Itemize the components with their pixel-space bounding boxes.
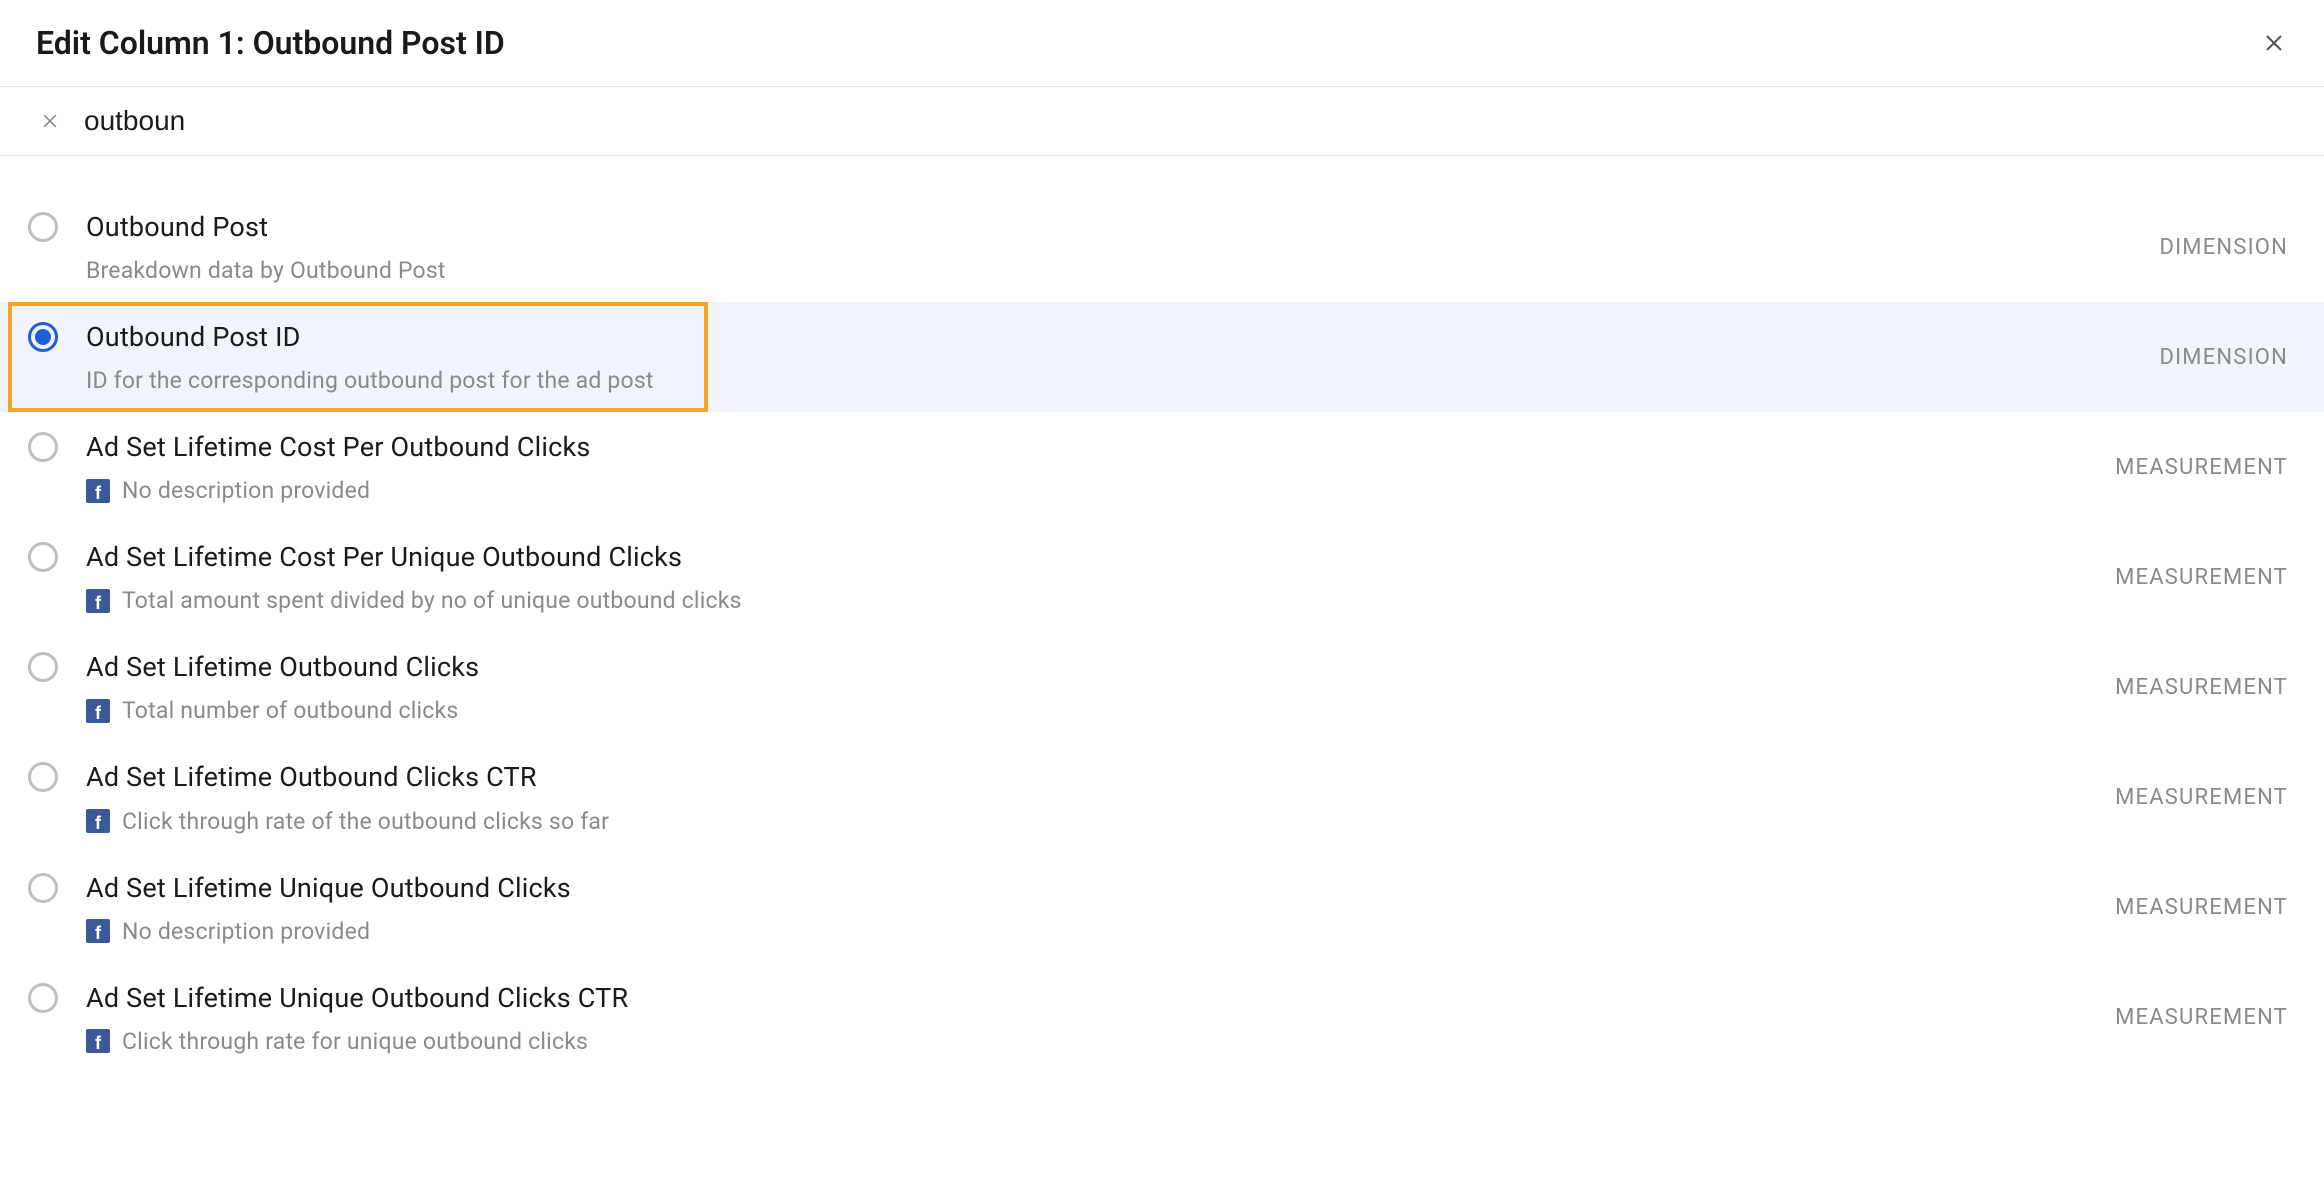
option-row[interactable]: Ad Set Lifetime Outbound Clicks CTR f Clic… — [0, 742, 2324, 852]
option-description: Click through rate of the outbound click… — [122, 808, 609, 835]
facebook-icon: f — [86, 1029, 110, 1053]
radio-button[interactable] — [28, 542, 58, 572]
option-left: Ad Set Lifetime Cost Per Outbound Clicks… — [28, 430, 591, 504]
option-row[interactable]: Ad Set Lifetime Outbound Clicks f Total nu… — [0, 632, 2324, 742]
option-description: Total amount spent divided by no of uniq… — [122, 587, 742, 614]
type-badge: DIMENSION — [2159, 345, 2288, 370]
option-desc-row: ID for the corresponding outbound post f… — [86, 367, 654, 394]
dialog-title: Edit Column 1: Outbound Post ID — [36, 24, 505, 62]
x-icon — [40, 111, 60, 131]
facebook-icon: f — [86, 919, 110, 943]
option-text: Ad Set Lifetime Cost Per Outbound Clicks… — [86, 430, 591, 504]
option-left: Ad Set Lifetime Outbound Clicks CTR f Clic… — [28, 760, 609, 834]
clear-search-button[interactable] — [36, 107, 64, 135]
option-text: Ad Set Lifetime Unique Outbound Clicks fN… — [86, 871, 571, 945]
search-row — [0, 87, 2324, 156]
type-badge: MEASUREMENT — [2115, 675, 2288, 700]
search-input[interactable] — [84, 105, 2288, 137]
option-label: Ad Set Lifetime Outbound Clicks CTR — [86, 760, 609, 795]
option-desc-row: f Total amount spent divided by no of uni… — [86, 587, 742, 614]
option-left: Ad Set Lifetime Unique Outbound Clicks fN… — [28, 871, 571, 945]
option-description: No description provided — [122, 477, 370, 504]
option-text: Ad Set Lifetime Outbound Clicks CTR f Clic… — [86, 760, 609, 834]
radio-button[interactable] — [28, 652, 58, 682]
type-badge: MEASUREMENT — [2115, 455, 2288, 480]
type-badge: MEASUREMENT — [2115, 1005, 2288, 1030]
option-label: Ad Set Lifetime Cost Per Outbound Clicks — [86, 430, 591, 465]
option-label: Ad Set Lifetime Outbound Clicks — [86, 650, 479, 685]
type-badge: MEASUREMENT — [2115, 895, 2288, 920]
option-label: Ad Set Lifetime Unique Outbound Clicks C… — [86, 981, 628, 1016]
option-desc-row: f Click through rate for unique outbound … — [86, 1028, 628, 1055]
close-icon — [2262, 31, 2286, 55]
facebook-icon: f — [86, 479, 110, 503]
option-description: ID for the corresponding outbound post f… — [86, 367, 654, 394]
facebook-icon: f — [86, 699, 110, 723]
radio-button[interactable] — [28, 983, 58, 1013]
option-row[interactable]: Ad Set Lifetime Cost Per Unique Outbound… — [0, 522, 2324, 632]
option-row[interactable]: Ad Set Lifetime Unique Outbound Clicks C… — [0, 963, 2324, 1073]
option-desc-row: f No description provided — [86, 477, 591, 504]
radio-button[interactable] — [28, 432, 58, 462]
close-button[interactable] — [2260, 29, 2288, 57]
option-row[interactable]: Ad Set Lifetime Unique Outbound Clicks fN… — [0, 853, 2324, 963]
option-left: Ad Set Lifetime Cost Per Unique Outbound… — [28, 540, 742, 614]
option-desc-row: f Total number of outbound clicks — [86, 697, 479, 724]
option-description: Breakdown data by Outbound Post — [86, 257, 446, 284]
radio-button[interactable] — [28, 762, 58, 792]
radio-button[interactable] — [28, 212, 58, 242]
option-left: Outbound Post ID ID for the corresponding… — [28, 320, 654, 394]
radio-button[interactable] — [28, 322, 58, 352]
radio-button[interactable] — [28, 873, 58, 903]
option-row[interactable]: Outbound Post Breakdown data by Outbound … — [0, 192, 2324, 302]
option-left: Ad Set Lifetime Unique Outbound Clicks C… — [28, 981, 628, 1055]
option-description: Total number of outbound clicks — [122, 697, 458, 724]
option-list: Outbound Post Breakdown data by Outbound … — [0, 156, 2324, 1073]
option-row[interactable]: Outbound Post ID ID for the corresponding… — [0, 302, 2324, 412]
option-left: Ad Set Lifetime Outbound Clicks f Total nu… — [28, 650, 479, 724]
option-label: Ad Set Lifetime Cost Per Unique Outbound… — [86, 540, 742, 575]
dialog-header: Edit Column 1: Outbound Post ID — [0, 0, 2324, 87]
option-label: Outbound Post ID — [86, 320, 654, 355]
option-desc-row: f Click through rate of the outbound clic… — [86, 808, 609, 835]
type-badge: MEASUREMENT — [2115, 565, 2288, 590]
facebook-icon: f — [86, 589, 110, 613]
option-description: Click through rate for unique outbound c… — [122, 1028, 588, 1055]
option-description: No description provided — [122, 918, 370, 945]
option-label: Ad Set Lifetime Unique Outbound Clicks — [86, 871, 571, 906]
type-badge: DIMENSION — [2159, 235, 2288, 260]
option-text: Ad Set Lifetime Unique Outbound Clicks C… — [86, 981, 628, 1055]
option-text: Ad Set Lifetime Cost Per Unique Outbound… — [86, 540, 742, 614]
option-text: Outbound Post Breakdown data by Outbound … — [86, 210, 446, 284]
type-badge: MEASUREMENT — [2115, 785, 2288, 810]
option-row[interactable]: Ad Set Lifetime Cost Per Outbound Clicks… — [0, 412, 2324, 522]
option-label: Outbound Post — [86, 210, 446, 245]
option-left: Outbound Post Breakdown data by Outbound … — [28, 210, 446, 284]
facebook-icon: f — [86, 809, 110, 833]
option-desc-row: f No description provided — [86, 918, 571, 945]
option-desc-row: Breakdown data by Outbound Post — [86, 257, 446, 284]
option-text: Ad Set Lifetime Outbound Clicks f Total nu… — [86, 650, 479, 724]
option-text: Outbound Post ID ID for the corresponding… — [86, 320, 654, 394]
